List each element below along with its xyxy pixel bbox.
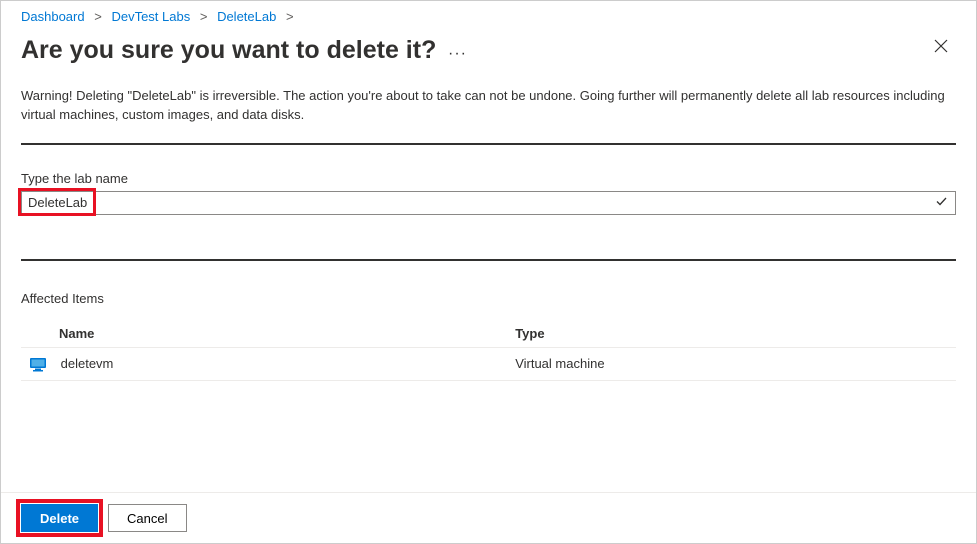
divider [21,143,956,145]
content-area: Warning! Deleting "DeleteLab" is irrever… [1,87,976,381]
breadcrumb: Dashboard > DevTest Labs > DeleteLab > [1,1,976,28]
page-title: Are you sure you want to delete it? [21,36,436,64]
cancel-button[interactable]: Cancel [108,504,186,532]
breadcrumb-sep: > [286,9,294,24]
warning-message: Warning! Deleting "DeleteLab" is irrever… [21,87,956,125]
table-row[interactable]: deletevm Virtual machine [21,347,956,380]
page-header: Are you sure you want to delete it? ··· [1,28,976,87]
affected-items-table: Name Type deletevm Virtu [21,320,956,381]
breadcrumb-devtest-labs[interactable]: DevTest Labs [111,9,190,24]
close-icon[interactable] [934,38,948,58]
delete-button[interactable]: Delete [21,504,98,532]
breadcrumb-sep: > [94,9,102,24]
more-actions-icon[interactable]: ··· [448,45,467,62]
breadcrumb-dashboard[interactable]: Dashboard [21,9,85,24]
lab-name-input[interactable] [21,191,956,215]
row-name: deletevm [61,356,114,371]
divider [21,259,956,261]
lab-name-label: Type the lab name [21,171,956,186]
affected-items-title: Affected Items [21,291,956,306]
column-header-type[interactable]: Type [507,320,956,348]
vm-icon [29,357,47,372]
lab-name-input-wrap [21,191,956,215]
breadcrumb-sep: > [200,9,208,24]
breadcrumb-deletelab[interactable]: DeleteLab [217,9,276,24]
column-header-name[interactable]: Name [21,320,507,348]
footer-actions: Delete Cancel [1,492,976,543]
row-type: Virtual machine [507,347,956,380]
